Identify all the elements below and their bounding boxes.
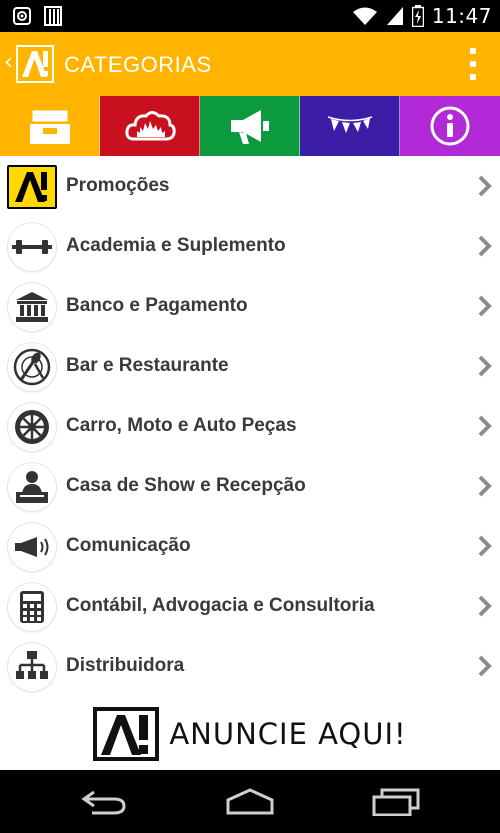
back-icon[interactable] bbox=[80, 788, 128, 816]
home-icon[interactable] bbox=[224, 788, 276, 816]
ad-banner[interactable]: ANUNCIE AQUI! bbox=[0, 698, 500, 770]
category-label: Distribuidora bbox=[66, 655, 185, 676]
list-item[interactable]: Academia e Suplemento bbox=[0, 217, 500, 277]
chevron-right-icon bbox=[478, 415, 492, 437]
brand-logo-icon bbox=[7, 165, 57, 209]
category-label: Bar e Restaurante bbox=[66, 355, 229, 376]
list-item[interactable]: Banco e Pagamento bbox=[0, 277, 500, 337]
plate-cutlery-icon bbox=[8, 343, 56, 391]
overflow-menu-icon[interactable] bbox=[468, 48, 478, 80]
megaphone-icon bbox=[230, 110, 269, 144]
bank-icon bbox=[8, 283, 56, 331]
signal-icon bbox=[386, 7, 403, 25]
status-bar: 11:47 bbox=[0, 0, 500, 32]
list-item[interactable]: Contábil, Advogacia e Consultoria bbox=[0, 577, 500, 637]
list-item[interactable]: Distribuidora bbox=[0, 637, 500, 697]
tab-anuncios[interactable] bbox=[200, 96, 300, 156]
wheel-icon bbox=[8, 403, 56, 451]
category-label: Academia e Suplemento bbox=[66, 235, 286, 256]
chevron-right-icon bbox=[478, 175, 492, 197]
calculator-icon bbox=[8, 583, 56, 631]
tab-festas[interactable] bbox=[300, 96, 400, 156]
wifi-icon bbox=[352, 7, 377, 25]
bunting-icon bbox=[327, 116, 372, 133]
file-box-icon bbox=[29, 109, 70, 144]
list-item[interactable]: Carro, Moto e Auto Peças bbox=[0, 397, 500, 457]
category-list: Promoções Academia e Suplemento Banco e … bbox=[0, 157, 500, 697]
list-item[interactable]: Comunicação bbox=[0, 517, 500, 577]
chevron-right-icon bbox=[478, 295, 492, 317]
sd-card-icon bbox=[44, 6, 62, 26]
megaphone-icon bbox=[8, 523, 56, 571]
system-nav-bar bbox=[0, 770, 500, 833]
brand-logo-icon bbox=[93, 707, 160, 761]
clock: 11:47 bbox=[431, 4, 492, 28]
dj-icon bbox=[8, 463, 56, 511]
dumbbell-icon bbox=[8, 223, 56, 271]
chevron-right-icon bbox=[478, 235, 492, 257]
category-label: Contábil, Advogacia e Consultoria bbox=[66, 595, 375, 616]
category-label: Carro, Moto e Auto Peças bbox=[66, 415, 297, 436]
category-tabs bbox=[0, 96, 500, 156]
tab-informacoes[interactable] bbox=[400, 96, 500, 156]
list-item[interactable]: Bar e Restaurante bbox=[0, 337, 500, 397]
category-label: Comunicação bbox=[66, 535, 191, 556]
category-label: Casa de Show e Recepção bbox=[66, 475, 306, 496]
page-title: CATEGORIAS bbox=[64, 52, 212, 77]
chevron-right-icon bbox=[478, 595, 492, 617]
chevron-right-icon bbox=[478, 355, 492, 377]
screen-record-icon bbox=[13, 7, 31, 25]
battery-icon bbox=[411, 5, 424, 27]
network-icon bbox=[8, 643, 56, 691]
tab-eventos[interactable] bbox=[100, 96, 200, 156]
tab-categorias[interactable] bbox=[0, 96, 100, 156]
list-item[interactable]: Casa de Show e Recepção bbox=[0, 457, 500, 517]
app-logo[interactable] bbox=[16, 45, 54, 83]
list-item[interactable]: Promoções bbox=[0, 157, 500, 217]
category-label: Promoções bbox=[66, 175, 170, 196]
app-bar: ‹ CATEGORIAS bbox=[0, 32, 500, 96]
cloud-crowd-icon bbox=[124, 111, 176, 141]
back-chevron-icon[interactable]: ‹ bbox=[4, 50, 13, 75]
category-label: Banco e Pagamento bbox=[66, 295, 248, 316]
chevron-right-icon bbox=[478, 475, 492, 497]
chevron-right-icon bbox=[478, 655, 492, 677]
chevron-right-icon bbox=[478, 535, 492, 557]
ad-text: ANUNCIE AQUI! bbox=[169, 717, 407, 751]
info-icon bbox=[430, 106, 470, 146]
recents-icon[interactable] bbox=[372, 788, 420, 816]
